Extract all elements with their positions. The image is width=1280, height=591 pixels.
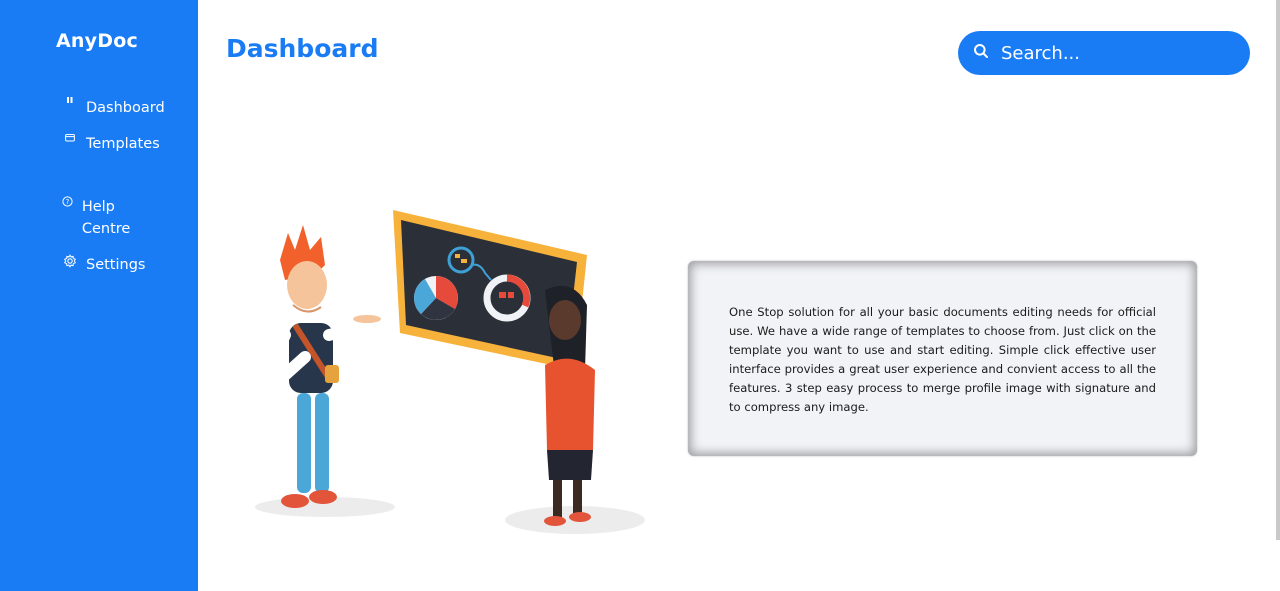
- boy-character: [271, 225, 383, 508]
- dashboard-icon: [60, 97, 80, 105]
- svg-text:?: ?: [66, 198, 70, 206]
- question-circle-icon: ?: [60, 196, 76, 207]
- wallet-icon: [60, 133, 80, 142]
- page-scrollbar[interactable]: [1276, 0, 1280, 540]
- sidebar-item-label: Dashboard: [86, 100, 165, 116]
- sidebar: AnyDoc Dashboard Templates ? Help Centre…: [0, 0, 198, 591]
- sidebar-item-label: Templates: [86, 136, 160, 152]
- girl-character: [544, 285, 595, 526]
- brand-logo[interactable]: AnyDoc: [56, 30, 138, 52]
- gear-icon: [60, 254, 80, 268]
- description-text: One Stop solution for all your basic doc…: [729, 305, 1156, 414]
- hero-illustration: [255, 210, 645, 534]
- sidebar-item-label: Help Centre: [81, 199, 131, 237]
- description-card: One Stop solution for all your basic doc…: [688, 261, 1197, 456]
- search-input[interactable]: [1001, 42, 1231, 64]
- sidebar-item-label: Settings: [86, 257, 146, 273]
- sidebar-item-templates[interactable]: Templates: [60, 133, 160, 155]
- sidebar-item-help-centre[interactable]: ? Help Centre: [60, 196, 150, 240]
- sidebar-item-dashboard[interactable]: Dashboard: [60, 97, 165, 119]
- page-title: Dashboard: [226, 34, 379, 63]
- search-bar[interactable]: [958, 31, 1250, 75]
- sidebar-item-settings[interactable]: Settings: [60, 254, 145, 276]
- search-icon: [973, 43, 989, 64]
